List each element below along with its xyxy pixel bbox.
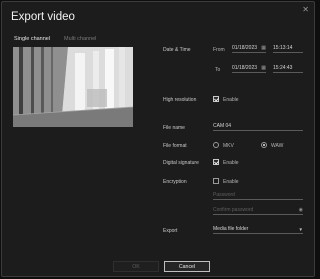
high-resolution-checkbox[interactable] (213, 96, 219, 102)
format-waw-label: WAW (271, 143, 284, 149)
confirm-password-field[interactable]: Confirm password ◉ (213, 207, 303, 215)
digital-signature-checkbox[interactable] (213, 159, 219, 165)
from-date-field[interactable]: 01/18/2023 ▦ (232, 45, 266, 53)
from-time-field[interactable]: 15:13:14 (273, 45, 303, 53)
export-destination-select[interactable]: Media file folder ▼ (213, 226, 303, 234)
ok-button[interactable]: OK (113, 261, 159, 272)
to-date-field[interactable]: 01/18/2023 ▦ (232, 65, 266, 73)
video-preview-image (13, 47, 133, 127)
password-field[interactable]: Password (213, 192, 303, 200)
format-mkv-label: MKV (223, 143, 234, 149)
export-video-dialog: Export video ✕ Single channel Multi chan… (1, 1, 315, 277)
eye-icon[interactable]: ◉ (299, 207, 303, 214)
digital-signature-enable-label: Enable (223, 160, 239, 166)
close-icon[interactable]: ✕ (302, 5, 309, 14)
format-waw-radio[interactable] (261, 142, 267, 148)
encryption-label: Encryption (163, 179, 187, 185)
calendar-icon[interactable]: ▦ (261, 45, 266, 52)
encryption-checkbox[interactable] (213, 178, 219, 184)
high-resolution-label: High resolution (163, 97, 197, 103)
file-name-label: File name (163, 125, 185, 131)
file-name-input[interactable]: CAM 04 (213, 123, 303, 131)
calendar-icon[interactable]: ▦ (261, 65, 266, 72)
encryption-enable-label: Enable (223, 179, 239, 185)
cancel-button[interactable]: Cancel (164, 261, 210, 272)
from-label: From (213, 47, 225, 53)
export-label: Export (163, 228, 178, 234)
to-label: To (215, 67, 221, 73)
date-time-label: Date & Time (163, 47, 191, 53)
dialog-title: Export video (11, 11, 75, 23)
digital-signature-label: Digital signature (163, 160, 199, 166)
to-time-field[interactable]: 15:24:43 (273, 65, 303, 73)
high-resolution-enable-label: Enable (223, 97, 239, 103)
file-format-label: File format (163, 143, 187, 149)
chevron-down-icon: ▼ (298, 227, 303, 232)
tab-multi-channel[interactable]: Multi channel (64, 36, 96, 42)
format-mkv-radio[interactable] (213, 142, 219, 148)
tab-single-channel[interactable]: Single channel (14, 36, 50, 42)
